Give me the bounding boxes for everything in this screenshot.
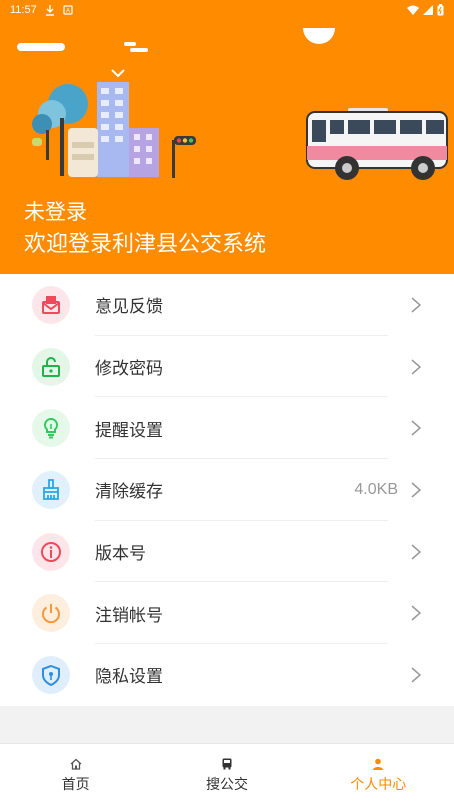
menu-item-change-password[interactable]: 修改密码 (0, 336, 454, 398)
shield-icon (32, 655, 70, 694)
settings-menu: 意见反馈 修改密码 提醒设置 清除缓存 4.0KB 版本号 注销帐号 隐私设置 (0, 274, 454, 706)
menu-item-reminder-settings[interactable]: 提醒设置 (0, 397, 454, 460)
chevron-right-icon (411, 420, 422, 436)
chevron-right-icon (411, 605, 422, 621)
profile-header: 未登录 欢迎登录利津县公交系统 (0, 20, 454, 274)
chevron-right-icon (411, 358, 422, 375)
bus-icon (222, 758, 232, 769)
menu-item-version[interactable]: 版本号 (0, 521, 454, 583)
menu-item-label: 版本号 (95, 544, 146, 564)
menu-item-label: 清除缓存 (95, 482, 163, 502)
signal-icon (423, 5, 433, 15)
chevron-right-icon (411, 667, 422, 683)
download-icon (45, 4, 54, 16)
menu-item-label: 提醒设置 (95, 420, 163, 440)
unlock-icon (32, 347, 70, 386)
chevron-right-icon (411, 297, 422, 313)
menu-item-label: 隐私设置 (95, 667, 163, 687)
menu-item-label: 注销帐号 (95, 605, 163, 625)
welcome-text: 欢迎登录利津县公交系统 (24, 231, 267, 256)
power-icon (32, 594, 70, 633)
menu-item-label: 意见反馈 (95, 297, 163, 317)
feedback-mail-icon (32, 285, 70, 324)
city-bus-illustration (17, 28, 448, 180)
nav-home[interactable]: 首页 (0, 744, 151, 807)
status-bar: 11:57 A (0, 0, 454, 20)
menu-item-deactivate-account[interactable]: 注销帐号 (0, 582, 454, 645)
nav-profile[interactable]: 个人中心 (303, 744, 454, 807)
battery-icon (437, 4, 444, 16)
nav-label: 首页 (61, 775, 90, 792)
menu-item-label: 修改密码 (95, 359, 163, 379)
chevron-right-icon (411, 482, 422, 498)
menu-item-clear-cache[interactable]: 清除缓存 4.0KB (0, 459, 454, 521)
person-icon (373, 758, 384, 770)
nav-search-bus[interactable]: 搜公交 (151, 744, 302, 807)
menu-item-feedback[interactable]: 意见反馈 (0, 274, 454, 336)
status-time: 11:57 (10, 4, 37, 16)
menu-item-privacy-settings[interactable]: 隐私设置 (0, 644, 454, 706)
login-status[interactable]: 未登录 (24, 196, 87, 226)
bulb-icon (32, 409, 70, 448)
chevron-right-icon (411, 544, 422, 560)
bottom-nav: 首页 搜公交 个人中心 (0, 743, 454, 807)
svg-text:A: A (66, 9, 70, 15)
nav-label: 个人中心 (350, 775, 407, 792)
wifi-icon (407, 5, 419, 15)
home-icon (70, 758, 82, 770)
brush-icon (32, 470, 70, 509)
info-icon (32, 532, 70, 571)
cache-size-value: 4.0KB (354, 480, 398, 498)
notification-icon: A (63, 5, 73, 15)
nav-label: 搜公交 (205, 775, 248, 792)
